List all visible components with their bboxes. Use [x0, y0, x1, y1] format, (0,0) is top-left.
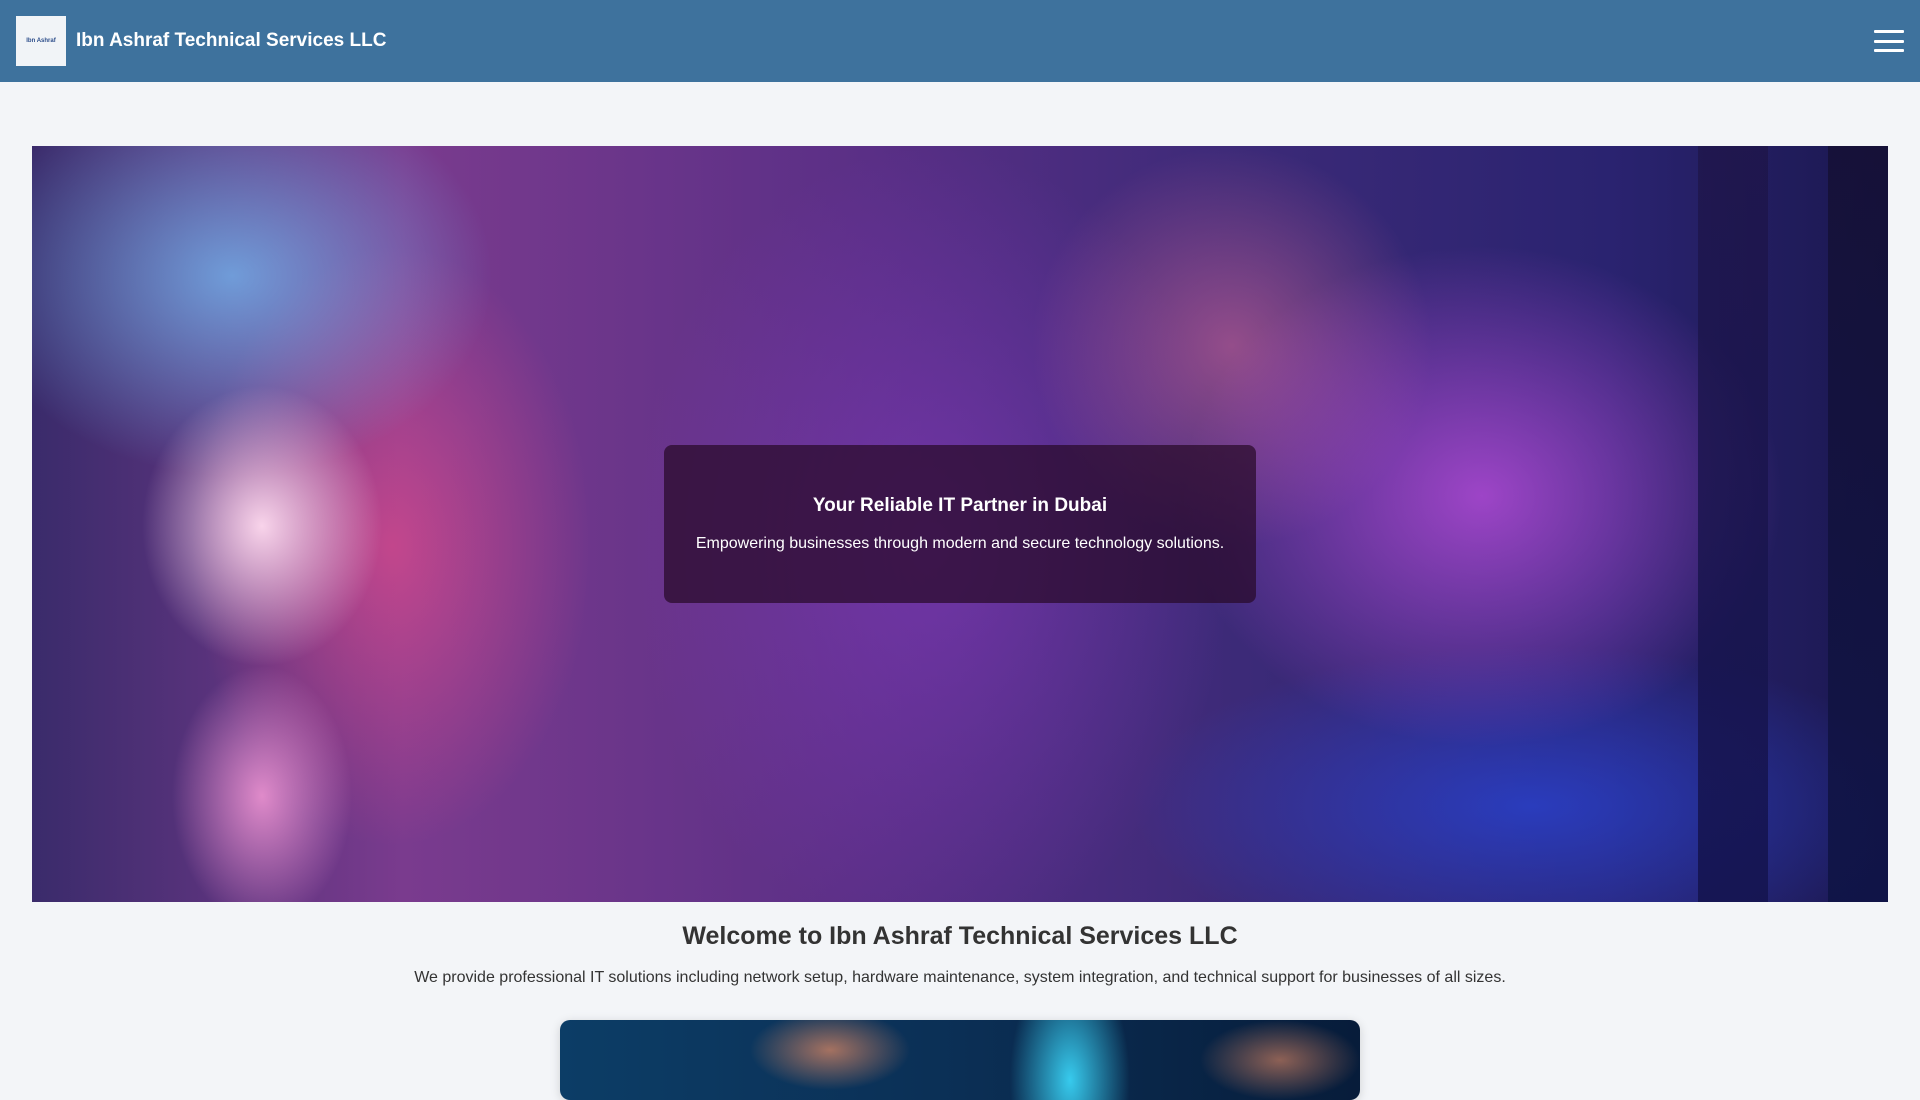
hero-heading: Your Reliable IT Partner in Dubai	[812, 495, 1108, 516]
logo-text: Ibn Ashraf	[26, 38, 56, 44]
welcome-text: We provide professional IT solutions inc…	[414, 969, 1506, 986]
site-header: Ibn Ashraf Ibn Ashraf Technical Services…	[0, 0, 1920, 82]
welcome-heading: Welcome to Ibn Ashraf Technical Services…	[682, 922, 1238, 950]
hamburger-menu-button[interactable]	[1874, 30, 1904, 52]
site-title[interactable]: Ibn Ashraf Technical Services LLC	[76, 30, 386, 52]
hero-subheading: Empowering businesses through modern and…	[695, 535, 1225, 552]
hamburger-icon-bar	[1874, 49, 1904, 52]
welcome-section: Welcome to Ibn Ashraf Technical Services…	[0, 922, 1920, 987]
hero-overlay: Your Reliable IT Partner in Dubai Empowe…	[664, 445, 1256, 603]
company-logo[interactable]: Ibn Ashraf	[16, 16, 66, 66]
ai-feature-image	[560, 1020, 1360, 1100]
server-rack-image	[1828, 146, 1888, 902]
hamburger-icon-bar	[1874, 39, 1904, 43]
server-rack-image	[1698, 146, 1768, 902]
hero-banner: Your Reliable IT Partner in Dubai Empowe…	[32, 146, 1888, 902]
hamburger-icon	[1874, 30, 1904, 33]
